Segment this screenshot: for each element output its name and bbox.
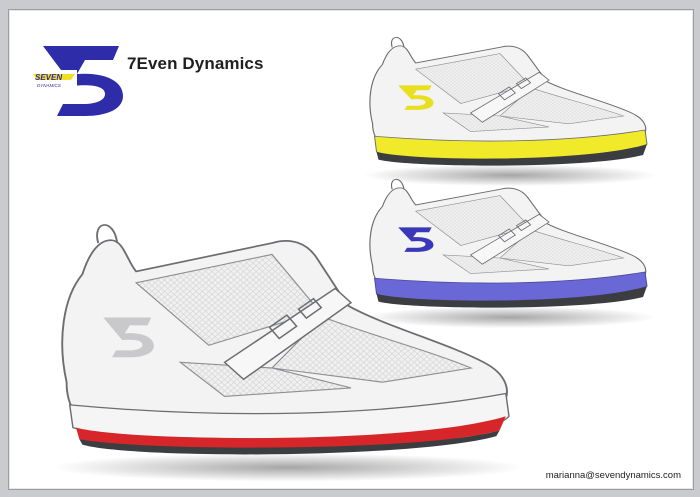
footer-email[interactable]: marianna@sevendynamics.com [546, 470, 681, 481]
shoe-blue [362, 178, 657, 329]
shoe-artwork [50, 36, 657, 482]
shoe-yellow [362, 36, 657, 187]
design-sheet: SEVEN DYNAMICS 7Even Dynamics marianna@s… [8, 9, 694, 490]
